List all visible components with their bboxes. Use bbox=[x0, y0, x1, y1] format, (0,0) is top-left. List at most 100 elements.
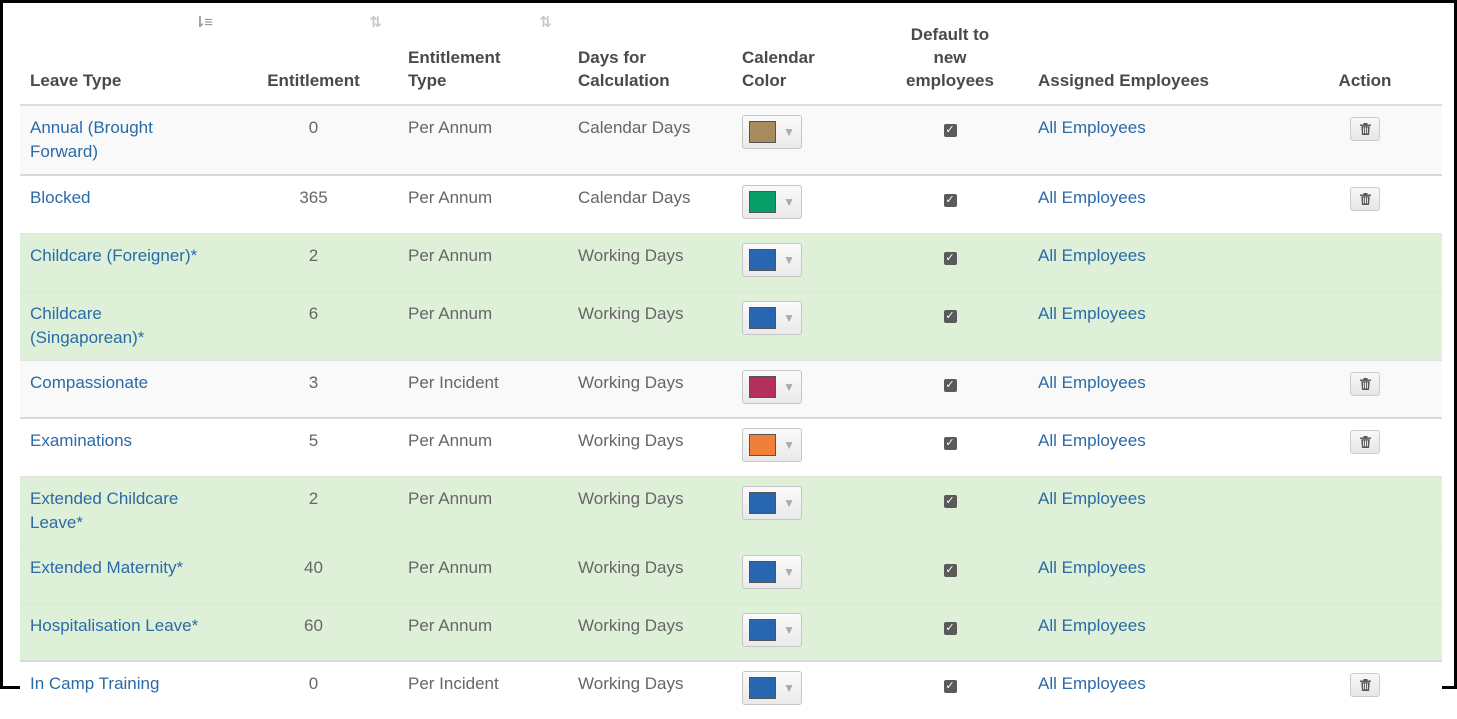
cell-entitlement-type: Per Incident bbox=[398, 359, 568, 418]
color-swatch bbox=[749, 491, 777, 514]
checkbox-checked-icon[interactable]: ✓ bbox=[943, 251, 957, 265]
caret-down-icon: ▼ bbox=[783, 495, 795, 510]
color-swatch bbox=[749, 618, 777, 641]
leave-type-link[interactable]: Extended Maternity* bbox=[30, 558, 183, 577]
header-default-new: Default to new employees bbox=[872, 3, 1028, 106]
cell-entitlement-type: Per Annum bbox=[398, 232, 568, 291]
table-row: Hospitalisation Leave* 60 Per Annum Work… bbox=[20, 602, 1442, 661]
cell-entitlement: 3 bbox=[229, 359, 398, 418]
calendar-color-select[interactable]: ▼ bbox=[742, 671, 802, 705]
cell-days-for-calculation: Working Days bbox=[568, 359, 732, 418]
leave-type-link[interactable]: Extended Childcare Leave* bbox=[30, 489, 178, 532]
calendar-color-select[interactable]: ▼ bbox=[742, 428, 802, 462]
header-days-for-calculation: Days for Calculation bbox=[568, 3, 732, 106]
cell-action bbox=[1288, 232, 1442, 291]
cell-action bbox=[1288, 602, 1442, 661]
table-row: Childcare (Singaporean)* 6 Per Annum Wor… bbox=[20, 290, 1442, 360]
calendar-color-select[interactable]: ▼ bbox=[742, 185, 802, 219]
assigned-employees-link[interactable]: All Employees bbox=[1038, 246, 1146, 265]
assigned-employees-link[interactable]: All Employees bbox=[1038, 373, 1146, 392]
calendar-color-select[interactable]: ▼ bbox=[742, 115, 802, 149]
delete-button[interactable] bbox=[1350, 430, 1380, 454]
cell-entitlement: 40 bbox=[229, 544, 398, 603]
table-row: Childcare (Foreigner)* 2 Per Annum Worki… bbox=[20, 232, 1442, 291]
assigned-employees-link[interactable]: All Employees bbox=[1038, 431, 1146, 450]
calendar-color-select[interactable]: ▼ bbox=[742, 485, 802, 520]
delete-button[interactable] bbox=[1350, 371, 1380, 396]
leave-type-link[interactable]: Hospitalisation Leave* bbox=[30, 616, 198, 635]
cell-days-for-calculation: Calendar Days bbox=[568, 104, 732, 175]
cell-entitlement: 2 bbox=[229, 475, 398, 545]
checkbox-checked-icon[interactable]: ✓ bbox=[943, 563, 957, 577]
header-days-label: Days for Calculation bbox=[578, 48, 670, 90]
cell-assigned-employees: All Employees bbox=[1028, 544, 1288, 603]
calendar-color-select[interactable]: ▼ bbox=[742, 300, 802, 335]
assigned-employees-link[interactable]: All Employees bbox=[1038, 118, 1146, 137]
checkbox-checked-icon[interactable]: ✓ bbox=[943, 124, 957, 137]
cell-leave-type: Extended Childcare Leave* bbox=[20, 475, 229, 545]
header-entitlement[interactable]: ⇅ Entitlement bbox=[229, 3, 398, 106]
header-leave-type[interactable]: ⇂≡ Leave Type bbox=[20, 3, 229, 106]
leave-type-link[interactable]: In Camp Training bbox=[30, 674, 159, 693]
cell-entitlement: 5 bbox=[229, 417, 398, 476]
assigned-employees-link[interactable]: All Employees bbox=[1038, 616, 1146, 635]
calendar-color-select[interactable]: ▼ bbox=[742, 612, 802, 647]
cell-calendar-color: ▼ bbox=[732, 174, 872, 233]
header-action: Action bbox=[1288, 3, 1442, 106]
cell-assigned-employees: All Employees bbox=[1028, 417, 1288, 476]
cell-days-for-calculation: Working Days bbox=[568, 602, 732, 661]
cell-days-for-calculation: Working Days bbox=[568, 544, 732, 603]
cell-entitlement-type: Per Incident bbox=[398, 660, 568, 719]
caret-down-icon: ▼ bbox=[783, 438, 795, 452]
cell-default-new: ✓ bbox=[872, 104, 1028, 175]
caret-down-icon: ▼ bbox=[783, 310, 795, 325]
assigned-employees-link[interactable]: All Employees bbox=[1038, 304, 1146, 323]
assigned-employees-link[interactable]: All Employees bbox=[1038, 674, 1146, 693]
delete-button[interactable] bbox=[1350, 187, 1380, 211]
sort-icon[interactable]: ⇅ bbox=[539, 11, 552, 34]
calendar-color-select[interactable]: ▼ bbox=[742, 554, 802, 589]
leave-type-link[interactable]: Annual (Brought Forward) bbox=[30, 118, 153, 161]
caret-down-icon: ▼ bbox=[783, 564, 795, 579]
leave-type-link[interactable]: Childcare (Singaporean)* bbox=[30, 304, 144, 347]
cell-action bbox=[1288, 290, 1442, 360]
checkbox-checked-icon[interactable]: ✓ bbox=[943, 378, 957, 392]
calendar-color-select[interactable]: ▼ bbox=[742, 242, 802, 277]
calendar-color-select[interactable]: ▼ bbox=[742, 369, 802, 404]
leave-type-link[interactable]: Blocked bbox=[30, 188, 90, 207]
cell-default-new: ✓ bbox=[872, 475, 1028, 545]
cell-calendar-color: ▼ bbox=[732, 232, 872, 291]
cell-action bbox=[1288, 660, 1442, 719]
cell-entitlement: 2 bbox=[229, 232, 398, 291]
header-action-label: Action bbox=[1338, 71, 1392, 90]
sort-icon[interactable]: ⇅ bbox=[369, 11, 382, 34]
color-swatch bbox=[749, 375, 777, 398]
cell-action bbox=[1288, 417, 1442, 476]
caret-down-icon: ▼ bbox=[783, 379, 795, 394]
cell-action bbox=[1288, 359, 1442, 418]
cell-default-new: ✓ bbox=[872, 660, 1028, 719]
sort-amount-down-icon[interactable]: ⇂≡ bbox=[194, 11, 213, 34]
cell-default-new: ✓ bbox=[872, 174, 1028, 233]
leave-types-table: ⇂≡ Leave Type ⇅ Entitlement ⇅ Entitlemen… bbox=[20, 3, 1442, 719]
leave-type-link[interactable]: Childcare (Foreigner)* bbox=[30, 246, 197, 265]
cell-leave-type: Blocked bbox=[20, 174, 229, 233]
cell-assigned-employees: All Employees bbox=[1028, 174, 1288, 233]
assigned-employees-link[interactable]: All Employees bbox=[1038, 188, 1146, 207]
header-entitlement-type[interactable]: ⇅ Entitlement Type bbox=[398, 3, 568, 106]
checkbox-checked-icon[interactable]: ✓ bbox=[943, 194, 957, 207]
delete-button[interactable] bbox=[1350, 673, 1380, 697]
checkbox-checked-icon[interactable]: ✓ bbox=[943, 437, 957, 450]
checkbox-checked-icon[interactable]: ✓ bbox=[943, 309, 957, 323]
checkbox-checked-icon[interactable]: ✓ bbox=[943, 621, 957, 635]
delete-button[interactable] bbox=[1350, 117, 1380, 141]
leave-type-link[interactable]: Examinations bbox=[30, 431, 132, 450]
leave-type-link[interactable]: Compassionate bbox=[30, 373, 148, 392]
cell-action bbox=[1288, 104, 1442, 175]
table-row: Annual (Brought Forward) 0 Per Annum Cal… bbox=[20, 104, 1442, 175]
cell-calendar-color: ▼ bbox=[732, 660, 872, 719]
assigned-employees-link[interactable]: All Employees bbox=[1038, 489, 1146, 508]
checkbox-checked-icon[interactable]: ✓ bbox=[943, 680, 957, 693]
assigned-employees-link[interactable]: All Employees bbox=[1038, 558, 1146, 577]
checkbox-checked-icon[interactable]: ✓ bbox=[943, 494, 957, 508]
